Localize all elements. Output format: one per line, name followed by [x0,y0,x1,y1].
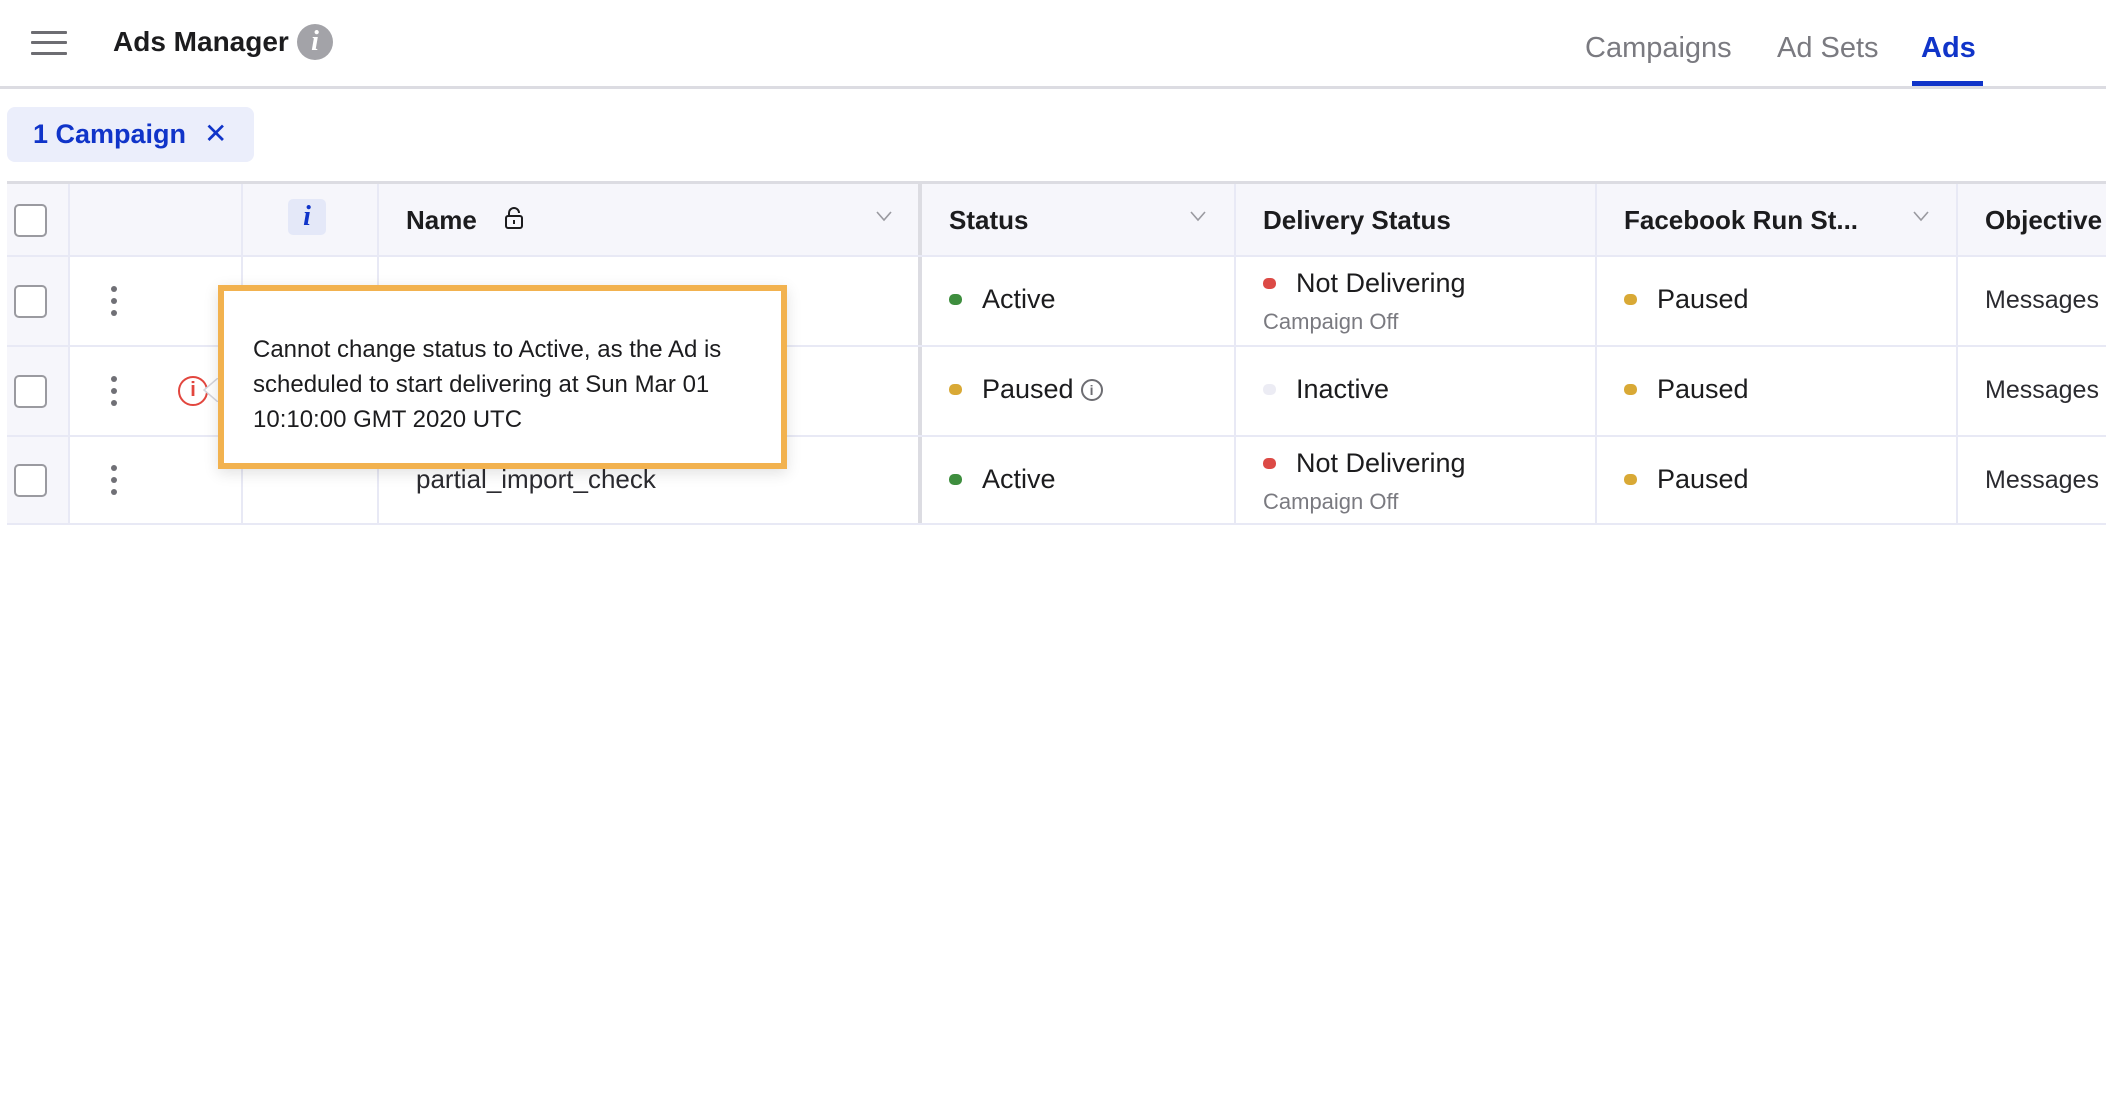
status-dot-paused [1624,294,1637,305]
select-cell [7,437,68,523]
info-icon[interactable]: i [1080,378,1103,401]
more-options-icon[interactable] [109,286,119,316]
column-label-status: Status [949,205,1029,235]
header-objective[interactable]: Objective [1956,184,2106,255]
lock-icon [504,206,524,230]
status-dot-active [949,294,962,305]
filter-chip-label: 1 Campaign [33,119,187,149]
status-label: Paused [982,374,1074,404]
facebook-run-status-value: Paused [1624,284,1749,315]
status-dot-paused [949,384,962,395]
status-dot-not-delivering [1263,458,1276,469]
delivery-status-cell: Inactive [1234,347,1595,435]
column-info-icon[interactable]: i [288,199,326,235]
status-dot-active [949,474,962,485]
select-cell [7,257,68,345]
status-dot-paused [1624,384,1637,395]
status-dot-inactive [1263,384,1276,395]
status-cell: Paused i [918,347,1234,435]
header-status[interactable]: Status [918,184,1234,255]
delivery-status-cell: Not Delivering Campaign Off [1234,437,1595,523]
row-checkbox[interactable] [14,375,47,408]
error-tooltip: Cannot change status to Active, as the A… [218,285,787,469]
tab-ads[interactable]: Ads [1921,32,1976,65]
delivery-status-value: Not Delivering [1263,448,1466,479]
actions-cell [68,257,241,345]
objective-value: Messages [1985,286,2099,314]
table-header-row: i Name Status Delivery Status Facebook R… [7,184,2106,255]
top-bar: Ads Manager i Campaigns Ad Sets Ads [0,0,2106,89]
objective-cell: Messages [1956,347,2106,435]
chevron-down-icon[interactable] [1190,208,1206,224]
chevron-down-icon[interactable] [876,208,892,224]
more-options-icon[interactable] [109,465,119,495]
close-icon[interactable]: ✕ [204,117,227,150]
header-select-cell [7,184,68,255]
objective-cell: Messages [1956,257,2106,345]
status-cell: Active [918,257,1234,345]
delivery-status-label: Not Delivering [1296,448,1466,478]
header-facebook-run-status[interactable]: Facebook Run St... [1595,184,1956,255]
delivery-status-reason: Campaign Off [1263,489,1399,514]
header-name[interactable]: Name [377,184,918,255]
campaign-filter-chip[interactable]: 1 Campaign ✕ [7,107,254,162]
status-cell: Active [918,437,1234,523]
chevron-down-icon[interactable] [1913,208,1929,224]
actions-cell [68,437,241,523]
status-dot-not-delivering [1263,278,1276,289]
status-label: Active [982,464,1056,494]
facebook-run-status-label: Paused [1657,374,1749,404]
facebook-run-status-value: Paused [1624,464,1749,495]
facebook-run-status-label: Paused [1657,284,1749,314]
status-dot-paused [1624,474,1637,485]
status-value[interactable]: Active [949,464,1056,495]
select-all-checkbox[interactable] [14,203,47,237]
status-label: Active [982,284,1056,314]
header-delivery-status[interactable]: Delivery Status [1234,184,1595,255]
hamburger-menu-icon[interactable] [31,31,67,55]
facebook-run-status-value: Paused [1624,374,1749,405]
objective-value: Messages [1985,466,2099,494]
tab-ad-sets[interactable]: Ad Sets [1777,32,1879,65]
tooltip-message: Cannot change status to Active, as the A… [253,336,722,433]
page-title: Ads Manager [113,26,289,57]
delivery-status-cell: Not Delivering Campaign Off [1234,257,1595,345]
column-label-objective: Objective [1985,205,2103,235]
info-icon[interactable]: i [297,24,333,60]
select-cell [7,347,68,435]
status-value[interactable]: Paused i [949,374,1103,405]
delivery-status-value: Not Delivering [1263,268,1466,299]
tooltip-arrow [202,378,218,402]
objective-value: Messages [1985,376,2099,404]
column-label-facebook-run-status: Facebook Run St... [1624,205,1859,235]
facebook-run-status-cell: Paused [1595,437,1956,523]
facebook-run-status-cell: Paused [1595,347,1956,435]
column-label-name: Name [406,205,477,235]
status-value[interactable]: Active [949,284,1056,315]
column-label-delivery-status: Delivery Status [1263,205,1451,235]
delivery-status-value: Inactive [1263,374,1389,405]
header-actions-cell [68,184,241,255]
row-checkbox[interactable] [14,464,47,497]
delivery-status-label: Inactive [1296,374,1390,404]
active-tab-indicator [1912,81,1983,86]
facebook-run-status-label: Paused [1657,464,1749,494]
more-options-icon[interactable] [109,376,119,406]
objective-cell: Messages [1956,437,2106,523]
delivery-status-label: Not Delivering [1296,268,1466,298]
header-info-cell: i [241,184,377,255]
tab-campaigns[interactable]: Campaigns [1585,32,1732,65]
row-checkbox[interactable] [14,285,47,318]
delivery-status-reason: Campaign Off [1263,309,1399,334]
facebook-run-status-cell: Paused [1595,257,1956,345]
